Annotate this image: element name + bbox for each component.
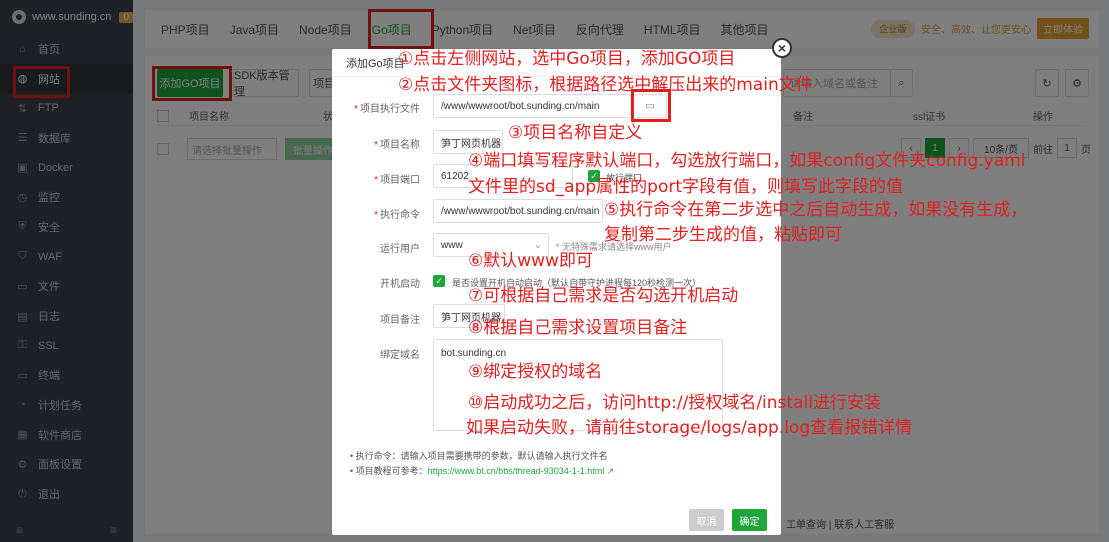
exec-file-input[interactable]: /www/wwwroot/bot.sunding.cn/main: [433, 94, 631, 118]
annotation-10b: 如果启动失败，请前往storage/logs/app.log查看报错详情: [466, 418, 913, 438]
annotation-5: ⑤执行命令在第二步选中之后自动生成，如果没有生成，: [604, 200, 1028, 220]
external-link-icon[interactable]: ↗: [607, 466, 615, 476]
cancel-button[interactable]: 取消: [689, 509, 724, 531]
boot-checkbox[interactable]: ✓: [433, 275, 445, 287]
exec-file-label: * 项目执行文件: [354, 104, 420, 115]
annotation-6: ⑥默认www即可: [468, 251, 593, 271]
annotation-10: ⑩启动成功之后，访问http://授权域名/install进行安装: [468, 393, 881, 413]
chevron-down-icon: ⌄: [533, 239, 542, 251]
exec-command-label: * 执行命令: [374, 210, 420, 221]
annotation-4: ④端口填写程序默认端口，勾选放行端口，如果config文件夹config.yam…: [468, 151, 1026, 171]
run-user-value: www: [441, 239, 463, 251]
annotation-2: ②点击文件夹图标，根据路径选中解压出来的main文件: [398, 75, 813, 95]
confirm-button[interactable]: 确定: [732, 509, 767, 531]
annotation-4b: 文件里的sd_app属性的port字段有值，则填写此字段的值: [468, 177, 903, 197]
annotation-9: ⑨绑定授权的域名: [468, 362, 603, 382]
annotation-5b: 复制第二步生成的值，粘贴即可: [604, 225, 842, 245]
annotation-3: ③项目名称自定义: [508, 123, 643, 143]
project-name-label: * 项目名称: [374, 140, 420, 151]
exec-command-input[interactable]: /www/wwwroot/bot.sunding.cn/main: [433, 199, 603, 223]
boot-label: 开机启动: [380, 279, 420, 290]
domain-label: 绑定域名: [380, 350, 420, 361]
tip-tutorial: • 项目教程可参考：https://www.bt.cn/bbs/thread-9…: [350, 466, 615, 476]
close-icon[interactable]: ×: [772, 38, 792, 58]
remark-label: 项目备注: [380, 315, 420, 326]
domain-value: bot.sunding.cn: [441, 348, 507, 359]
tip-exec-command: • 执行命令：请输入项目需要携带的参数，默认请输入执行文件名: [350, 451, 608, 461]
tutorial-link[interactable]: https://www.bt.cn/bbs/thread-93034-1-1.h…: [428, 466, 605, 476]
annotation-1: ①点击左侧网站，选中Go项目，添加GO项目: [398, 49, 736, 69]
annotation-7: ⑦可根据自己需求是否勾选开机启动: [468, 286, 739, 306]
run-user-label: 运行用户: [380, 244, 420, 255]
project-port-label: * 项目端口: [374, 175, 420, 186]
annotation-8: ⑧根据自己需求设置项目备注: [468, 318, 688, 338]
